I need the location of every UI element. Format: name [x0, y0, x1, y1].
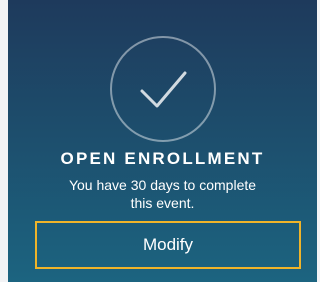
event-title: OPEN ENROLLMENT — [60, 149, 265, 168]
event-description: You have 30 days to complete this event. — [8, 176, 317, 212]
modify-button[interactable]: Modify — [35, 221, 301, 269]
enrollment-card: OPEN ENROLLMENT You have 30 days to comp… — [8, 0, 317, 282]
description-line-2: this event. — [130, 195, 195, 211]
description-line-1: You have 30 days to complete — [68, 177, 257, 193]
checkmark-circle-icon — [109, 35, 217, 143]
